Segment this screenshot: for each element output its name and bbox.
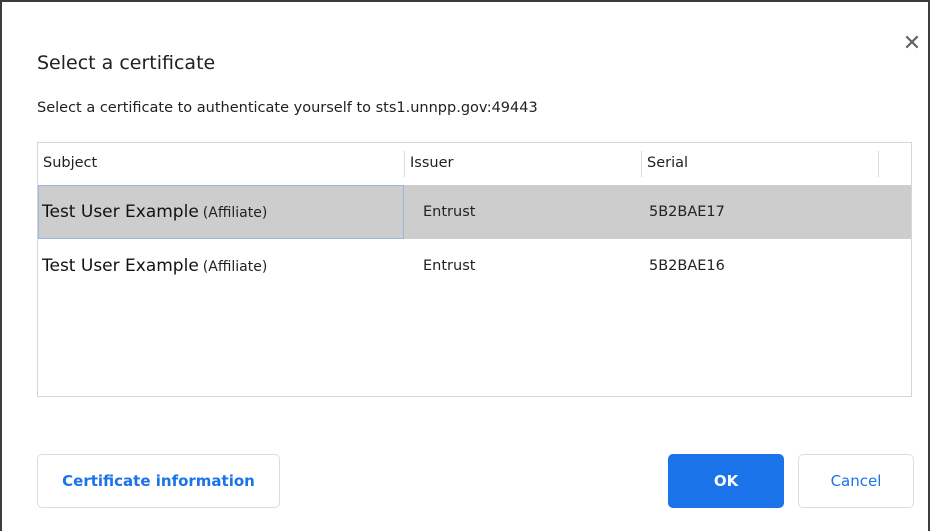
column-header-issuer[interactable]: Issuer xyxy=(405,143,641,183)
subject-affiliation: (Affiliate) xyxy=(202,205,268,221)
cancel-button[interactable]: Cancel xyxy=(798,454,914,508)
certificate-dialog: Select a certificate ✕ Select a certific… xyxy=(0,0,930,531)
certificate-table: Subject Issuer Serial Test User Example(… xyxy=(37,142,912,397)
ok-button[interactable]: OK xyxy=(668,454,784,508)
column-header-serial[interactable]: Serial xyxy=(642,143,878,183)
table-row[interactable]: Test User Example (Affiliate) Entrust 5B2… xyxy=(38,239,911,293)
subject-cell: Test User Example (Affiliate) xyxy=(42,185,267,239)
table-header: Subject Issuer Serial xyxy=(38,143,911,183)
issuer-cell: Entrust xyxy=(423,258,476,274)
table-row[interactable]: Test User Example (Affiliate) Entrust 5B2… xyxy=(38,185,911,239)
column-divider[interactable] xyxy=(878,151,879,177)
close-icon[interactable]: ✕ xyxy=(900,32,924,56)
subject-name: Test User Example xyxy=(42,256,199,276)
serial-cell: 5B2BAE16 xyxy=(649,258,725,274)
dialog-title: Select a certificate xyxy=(37,52,216,74)
issuer-cell: Entrust xyxy=(423,204,476,220)
column-header-subject[interactable]: Subject xyxy=(38,143,404,183)
certificate-information-button[interactable]: Certificate information xyxy=(37,454,280,508)
subject-name: Test User Example xyxy=(42,202,199,222)
subject-affiliation: (Affiliate) xyxy=(202,259,268,275)
dialog-subtitle: Select a certificate to authenticate you… xyxy=(37,100,538,116)
subject-cell: Test User Example (Affiliate) xyxy=(42,239,267,293)
serial-cell: 5B2BAE17 xyxy=(649,204,725,220)
